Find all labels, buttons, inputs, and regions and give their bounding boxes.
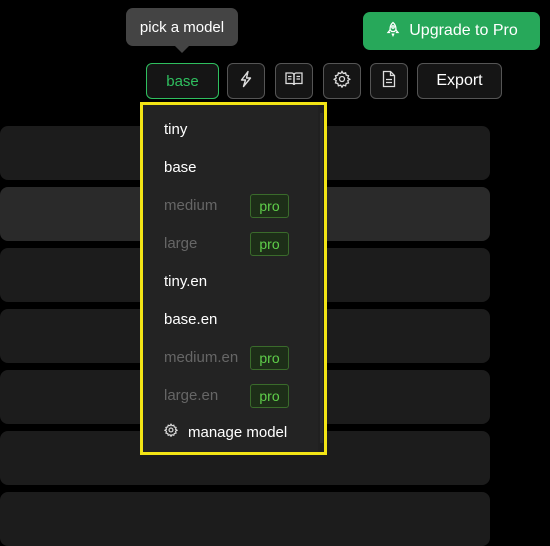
tooltip-text: pick a model (139, 18, 225, 36)
model-option-label: base.en (164, 311, 218, 328)
model-option-large-en[interactable]: large.en (164, 384, 218, 408)
book-button[interactable] (275, 63, 313, 99)
model-option-base[interactable]: base (164, 156, 197, 180)
export-button[interactable]: Export (417, 63, 502, 99)
settings-button[interactable] (323, 63, 361, 99)
rocket-icon (385, 21, 401, 42)
lightning-button[interactable] (227, 63, 265, 99)
pro-badge: pro (250, 232, 289, 256)
pro-badge: pro (250, 194, 289, 218)
upgrade-label: Upgrade to Pro (409, 22, 518, 39)
model-select-button[interactable]: base (146, 63, 219, 99)
dropdown-scrollbar[interactable] (320, 113, 323, 443)
upgrade-button[interactable]: Upgrade to Pro (363, 12, 540, 50)
model-tooltip: pick a model (126, 8, 238, 53)
model-option-label: medium (164, 197, 218, 214)
export-label: Export (436, 72, 483, 89)
model-option-medium[interactable]: medium (164, 194, 217, 218)
document-icon (381, 70, 397, 93)
manage-model-label: manage model (188, 423, 288, 441)
manage-model-item[interactable]: manage model (163, 423, 288, 441)
gear-icon (163, 423, 179, 441)
model-dropdown: tiny base medium pro large pro tiny.en b… (140, 102, 327, 455)
lightning-icon (237, 70, 255, 93)
book-icon (284, 70, 304, 93)
model-option-label: large (164, 235, 198, 252)
model-option-label: tiny.en (164, 273, 208, 290)
dropdown-list: tiny base medium pro large pro tiny.en b… (143, 105, 318, 452)
model-option-label: large.en (164, 387, 219, 404)
document-button[interactable] (370, 63, 408, 99)
model-option-label: medium.en (164, 349, 239, 366)
model-option-label: base (164, 159, 197, 176)
model-option-medium-en[interactable]: medium.en (164, 346, 238, 370)
pro-badge: pro (250, 346, 289, 370)
model-option-base-en[interactable]: base.en (164, 308, 217, 332)
model-select-label: base (166, 72, 199, 90)
model-option-tiny[interactable]: tiny (164, 118, 187, 142)
model-option-tiny-en[interactable]: tiny.en (164, 270, 207, 294)
model-option-large[interactable]: large (164, 232, 197, 256)
pro-badge: pro (250, 384, 289, 408)
model-option-label: tiny (164, 121, 188, 138)
gear-icon (333, 69, 351, 93)
list-row-bg (0, 492, 490, 546)
